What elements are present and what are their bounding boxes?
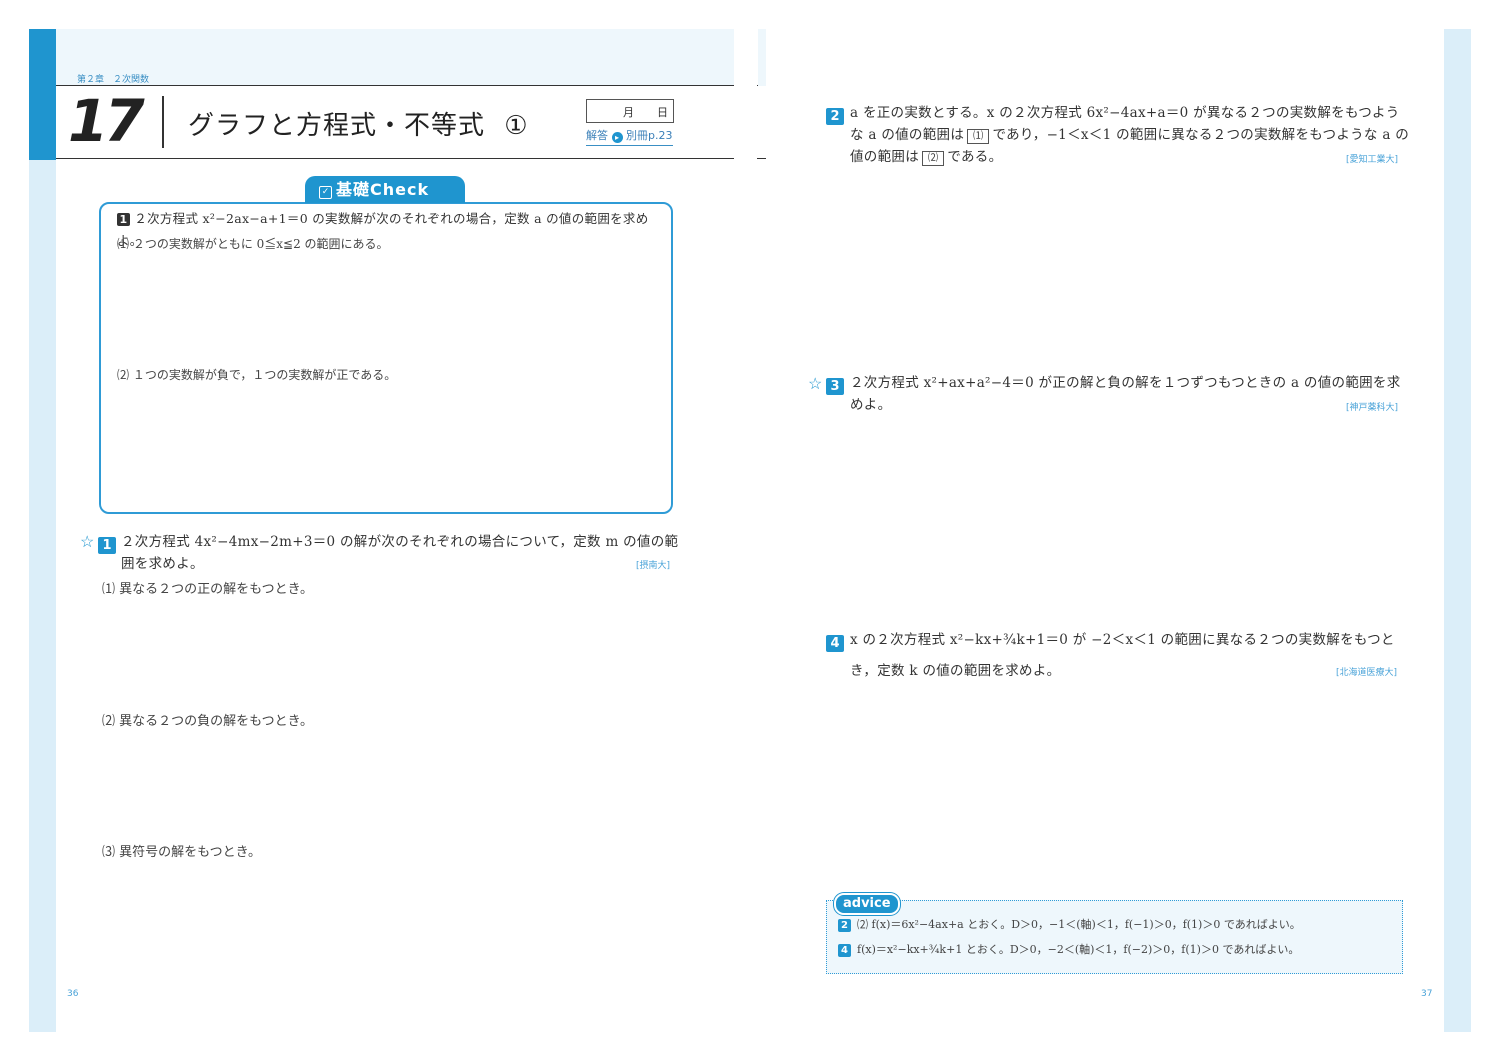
lesson-title-text: グラフと方程式・不等式	[188, 111, 486, 141]
problem3-number: 3	[826, 378, 844, 395]
left-margin-strip	[29, 29, 56, 1032]
check-header: ✓ 基礎Check	[305, 176, 465, 203]
advice-item-2: 4 f(x)＝x²−kx+¾k+1 とおく。D＞0，−2＜(軸)＜1，f(−2)＞…	[838, 941, 1299, 957]
problem3-number-box: 3	[826, 375, 844, 395]
answer-ref-page: 別冊p.23	[626, 129, 673, 142]
problem1-line2: 囲を求めよ。	[121, 556, 204, 572]
left-page-number: 36	[67, 989, 79, 999]
advice-box	[826, 900, 1403, 974]
problem1-number-box: 1	[98, 534, 116, 554]
problem2-source: [愛知工業大]	[1346, 155, 1399, 165]
problem1-sub1: ⑴ 異なる２つの正の解をもつとき。	[102, 582, 313, 597]
star-icon: ☆	[808, 374, 823, 393]
check-header-label: 基礎Check	[336, 180, 430, 199]
problem3-line1: ２次方程式 x²+ax+a²−4＝0 が正の解と負の解を１つずつもつときの a …	[850, 375, 1401, 391]
check-problem-number: 1	[117, 213, 130, 226]
problem2-line3b: である。	[947, 149, 1003, 165]
problem4-line2: き，定数 k の値の範囲を求めよ。	[850, 663, 1061, 679]
problem4-source: [北海道医療大]	[1336, 668, 1398, 678]
problem2-line2b: であり，−1＜x＜1 の範囲に異なる２つの実数解をもつような a の	[992, 127, 1410, 143]
advice-label: advice	[834, 893, 900, 915]
answer-blank-1[interactable]: ⑴	[967, 129, 990, 144]
checkbox-icon: ✓	[319, 186, 332, 199]
advice2-number: 4	[838, 944, 851, 957]
arrow-circle-icon: ▸	[611, 132, 623, 143]
problem3-source: [神戸薬科大]	[1346, 403, 1399, 413]
answer-reference: 解答 ▸ 別冊p.23	[586, 127, 673, 146]
problem1-sub2: ⑵ 異なる２つの負の解をもつとき。	[102, 714, 313, 729]
left-header-accent	[29, 29, 56, 160]
date-box[interactable]: 月 日	[586, 99, 674, 123]
answer-ref-prefix: 解答	[586, 129, 608, 142]
problem1-line1: ２次方程式 4x²−4mx−2m+3＝0 の解が次のそれぞれの場合について，定数…	[121, 534, 679, 550]
problem2-line2a: な a の値の範囲は	[850, 127, 965, 143]
problem1-sub3: ⑶ 異符号の解をもつとき。	[102, 845, 261, 860]
problem2-line2: な a の値の範囲は ⑴ であり，−1＜x＜1 の範囲に異なる２つの実数解をもつよう…	[850, 124, 1410, 146]
date-day: 日	[657, 106, 668, 119]
problem1-source: [摂南大]	[636, 561, 671, 571]
advice-item-1: 2 ⑵ f(x)＝6x²−4ax+a とおく。D＞0，−1＜(軸)＜1，f(−1)…	[838, 916, 1301, 932]
advice1-text: ⑵ f(x)＝6x²−4ax+a とおく。D＞0，−1＜(軸)＜1，f(−1)＞…	[857, 918, 1301, 931]
gutter-tick-bottom	[757, 158, 766, 159]
header-rule-top	[56, 85, 734, 86]
problem2-line3a: 値の範囲は	[850, 149, 919, 165]
problem2-number-box: 2	[826, 105, 844, 125]
right-page-number: 37	[1421, 989, 1433, 999]
header-rule-bottom	[56, 158, 734, 159]
problem2-line1: a を正の実数とする。x の２次方程式 6x²−4ax+a＝0 が異なる２つの実…	[850, 105, 1400, 121]
check-sub2: ⑵ １つの実数解が負で，１つの実数解が正である。	[117, 368, 397, 382]
lesson-number: 17	[68, 87, 145, 155]
problem3-line2: めよ。	[850, 397, 892, 413]
answer-blank-2[interactable]: ⑵	[922, 151, 945, 166]
chapter-label: 第２章 ２次関数	[77, 75, 150, 85]
lesson-title: グラフと方程式・不等式 ①	[188, 105, 529, 142]
problem4-number-box: 4	[826, 632, 844, 652]
problem4-number: 4	[826, 635, 844, 652]
star-icon: ☆	[80, 532, 95, 551]
date-month: 月	[623, 106, 634, 119]
problem2-line3: 値の範囲は ⑵ である。	[850, 146, 1002, 168]
problem4-line1: x の２次方程式 x²−kx+¾k+1＝0 が −2＜x＜1 の範囲に異なる２つ…	[850, 632, 1395, 648]
lesson-part: ①	[504, 111, 529, 141]
problem2-number: 2	[826, 108, 844, 125]
advice2-text: f(x)＝x²−kx+¾k+1 とおく。D＞0，−2＜(軸)＜1，f(−2)＞0…	[857, 943, 1300, 956]
lesson-title-divider	[162, 96, 164, 148]
problem1-number: 1	[98, 537, 116, 554]
right-margin-strip	[1444, 29, 1471, 1032]
left-header-band	[56, 29, 734, 86]
gutter-shade	[758, 29, 766, 86]
check-sub1: ⑴ ２つの実数解がともに 0≦x≦2 の範囲にある。	[117, 237, 389, 251]
advice1-number: 2	[838, 919, 851, 932]
